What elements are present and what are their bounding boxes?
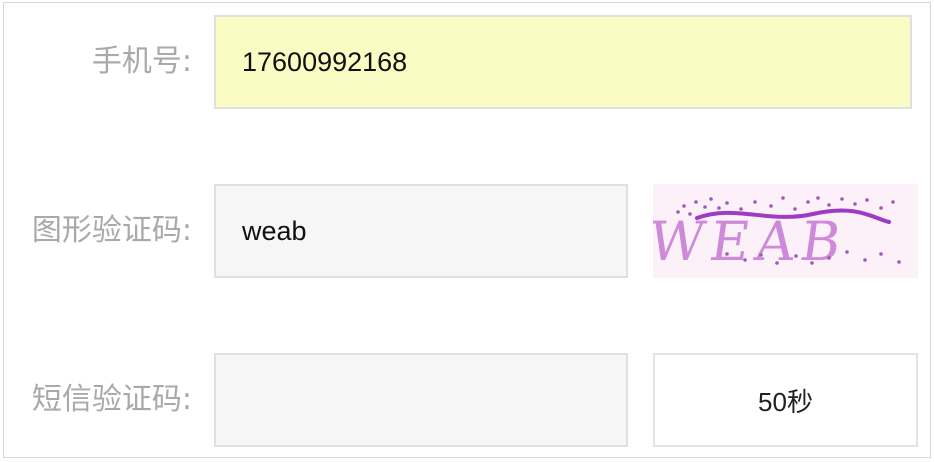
- sms-countdown-button[interactable]: 50秒: [653, 353, 918, 447]
- phone-input[interactable]: 17600992168: [214, 15, 912, 109]
- sms-code-label: 短信验证码:: [31, 382, 192, 417]
- image-captcha-input[interactable]: weab: [214, 184, 628, 278]
- captcha-text: WEAB: [653, 210, 851, 273]
- captcha-image[interactable]: WEAB: [645, 184, 918, 278]
- image-captcha-label: 图形验证码:: [31, 213, 192, 248]
- phone-label: 手机号:: [91, 44, 192, 79]
- sms-code-input[interactable]: [214, 353, 628, 447]
